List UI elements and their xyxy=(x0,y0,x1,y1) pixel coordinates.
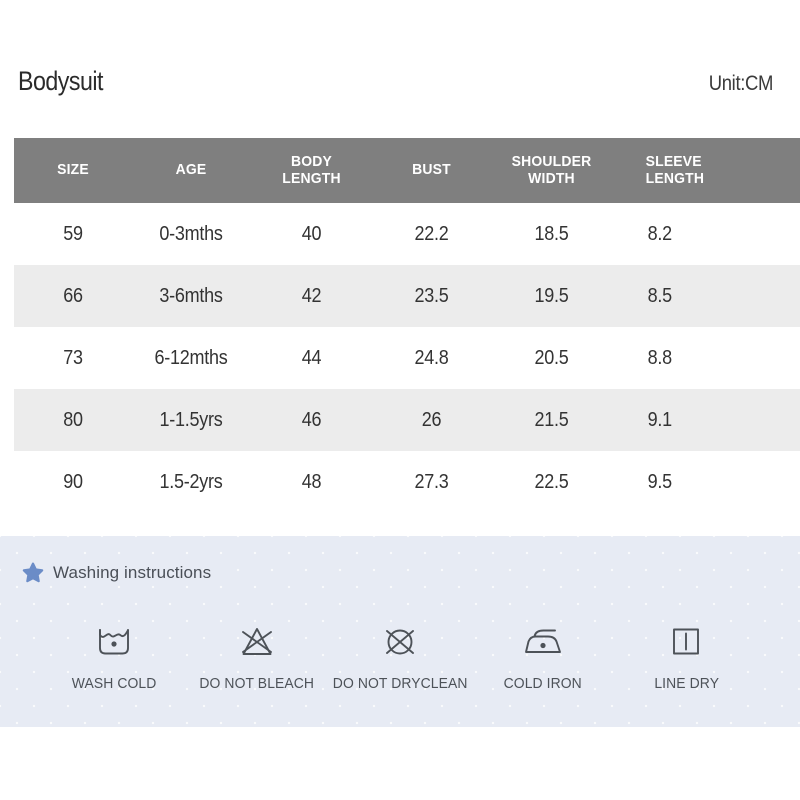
column-header-body-length-line2: LENGTH xyxy=(282,169,341,187)
cell-sleeve-length: 9.5 xyxy=(647,470,672,493)
cell-shoulder-width: 19.5 xyxy=(534,284,569,307)
cell-bust: 22.2 xyxy=(414,222,449,245)
care-symbol-do-not-dryclean: DO NOT DRYCLEAN xyxy=(328,620,471,692)
cell-age: 1-1.5yrs xyxy=(159,408,223,431)
cell-bust: 27.3 xyxy=(414,470,449,493)
cell-body-length: 46 xyxy=(301,408,322,431)
cell-body-length: 44 xyxy=(301,346,322,369)
column-header-size: SIZE xyxy=(18,138,128,203)
table-header-row: SIZE AGE BODY LENGTH BUST SHOULDER WIDTH… xyxy=(14,138,800,203)
cell-age: 6-12mths xyxy=(154,346,228,369)
column-header-age-line1: AGE xyxy=(175,161,207,179)
unit-label: Unit:CM xyxy=(708,72,774,95)
cell-body-length: 40 xyxy=(301,222,322,245)
cold-iron-icon xyxy=(522,620,564,664)
do-not-dryclean-icon xyxy=(380,620,420,664)
do-not-bleach-icon xyxy=(237,620,277,664)
column-header-age: AGE xyxy=(136,138,246,203)
care-symbol-caption: WASH COLD xyxy=(71,676,156,692)
table-body: 59 0-3mths 40 22.2 18.5 8.2 66 3-6mths 4… xyxy=(14,203,800,513)
cell-shoulder-width: 21.5 xyxy=(534,408,569,431)
column-header-bust-line1: BUST xyxy=(412,161,451,179)
washing-instructions-heading: Washing instructions xyxy=(22,562,211,584)
care-symbol-caption: COLD IRON xyxy=(504,676,583,692)
table-row: 73 6-12mths 44 24.8 20.5 8.8 xyxy=(14,327,800,389)
cell-bust: 23.5 xyxy=(414,284,449,307)
cell-age: 1.5-2yrs xyxy=(159,470,223,493)
care-symbol-caption: DO NOT BLEACH xyxy=(199,676,315,692)
column-header-body-length-line1: BODY xyxy=(290,152,333,170)
care-symbol-caption: DO NOT DRYCLEAN xyxy=(332,676,468,692)
cell-size: 66 xyxy=(63,284,83,307)
care-symbol-caption: LINE DRY xyxy=(654,676,719,692)
column-header-shoulder-width: SHOULDER WIDTH xyxy=(494,138,608,203)
cell-sleeve-length: 8.8 xyxy=(647,346,672,369)
cell-bust: 24.8 xyxy=(414,346,449,369)
cell-body-length: 42 xyxy=(301,284,322,307)
cell-sleeve-length: 9.1 xyxy=(647,408,672,431)
table-row: 59 0-3mths 40 22.2 18.5 8.2 xyxy=(14,203,800,265)
table-row: 90 1.5-2yrs 48 27.3 22.5 9.5 xyxy=(14,451,800,513)
cell-size: 73 xyxy=(63,346,83,369)
care-symbol-line-dry: LINE DRY xyxy=(615,620,758,692)
cell-shoulder-width: 22.5 xyxy=(534,470,569,493)
column-header-bust: BUST xyxy=(377,138,486,203)
cell-size: 59 xyxy=(63,222,83,245)
cell-size: 90 xyxy=(63,470,83,493)
washing-instructions-panel: Washing instructions WASH COLD DO NOT BL… xyxy=(0,536,800,727)
column-header-sleeve-length: SLEEVE LENGTH xyxy=(620,138,795,203)
size-chart-table: SIZE AGE BODY LENGTH BUST SHOULDER WIDTH… xyxy=(14,138,800,513)
chart-header: Bodysuit Unit:CM xyxy=(14,66,773,112)
cell-sleeve-length: 8.2 xyxy=(647,222,672,245)
cell-shoulder-width: 20.5 xyxy=(534,346,569,369)
care-symbol-cold-iron: COLD IRON xyxy=(472,620,615,692)
cell-sleeve-length: 8.5 xyxy=(647,284,672,307)
cell-body-length: 48 xyxy=(301,470,322,493)
table-row: 80 1-1.5yrs 46 26 21.5 9.1 xyxy=(14,389,800,451)
table-header: SIZE AGE BODY LENGTH BUST SHOULDER WIDTH… xyxy=(14,138,800,203)
page-title: Bodysuit xyxy=(18,66,103,96)
line-dry-icon xyxy=(667,620,705,664)
cell-age: 0-3mths xyxy=(159,222,223,245)
column-header-sleeve-length-line2: LENGTH xyxy=(645,169,705,187)
care-symbol-row: WASH COLD DO NOT BLEACH DO NOT DRYCLEAN … xyxy=(42,620,758,692)
star-icon xyxy=(22,562,44,584)
column-header-size-line1: SIZE xyxy=(57,161,89,179)
column-header-shoulder-width-line2: WIDTH xyxy=(528,169,575,187)
column-header-body-length: BODY LENGTH xyxy=(254,138,368,203)
column-header-shoulder-width-line1: SHOULDER xyxy=(511,152,592,170)
cell-bust: 26 xyxy=(421,408,442,431)
cell-size: 80 xyxy=(63,408,83,431)
wash-cold-icon xyxy=(94,620,134,664)
cell-shoulder-width: 18.5 xyxy=(534,222,569,245)
care-symbol-wash-cold: WASH COLD xyxy=(42,620,185,692)
column-header-sleeve-length-line1: SLEEVE xyxy=(645,152,702,170)
care-symbol-do-not-bleach: DO NOT BLEACH xyxy=(185,620,328,692)
table-row: 66 3-6mths 42 23.5 19.5 8.5 xyxy=(14,265,800,327)
washing-instructions-label: Washing instructions xyxy=(53,563,212,582)
cell-age: 3-6mths xyxy=(159,284,223,307)
